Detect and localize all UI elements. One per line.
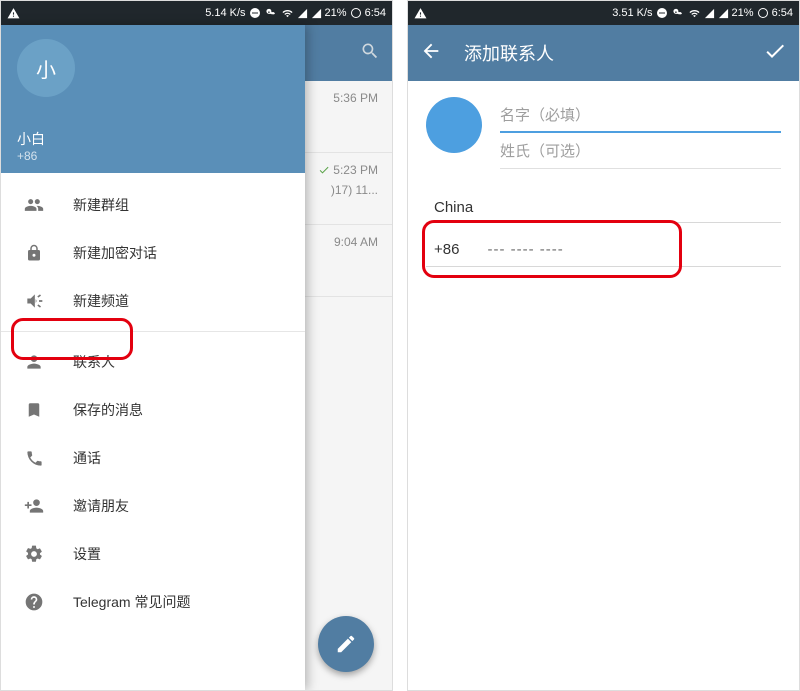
pencil-icon: [335, 633, 357, 655]
drawer-item-label: 新建频道: [73, 291, 129, 311]
drawer-item-invite[interactable]: 邀请朋友: [1, 482, 305, 530]
drawer-item-new-group[interactable]: 新建群组: [1, 181, 305, 229]
clock-time: 6:54: [365, 7, 386, 19]
avatar-initial: 小: [36, 54, 56, 83]
check-icon: [763, 39, 787, 63]
vpn-key-icon: [264, 8, 278, 18]
first-name-input[interactable]: 名字（必填）: [500, 97, 781, 133]
battery-icon: [350, 7, 362, 19]
contact-avatar-placeholder: [426, 97, 482, 153]
country-label: China: [434, 199, 473, 216]
screen-title: 添加联系人: [464, 40, 741, 66]
arrow-back-icon: [420, 40, 442, 62]
drawer-item-saved[interactable]: 保存的消息: [1, 386, 305, 434]
phone-left: 5.14 K/s 21% 6:54 5:36 PM 5:23 PM ): [0, 0, 393, 691]
phone-input-row[interactable]: +86 --- ---- ----: [408, 223, 799, 264]
signal-icon: [311, 8, 322, 19]
user-avatar[interactable]: 小: [17, 39, 75, 97]
clock-time: 6:54: [772, 7, 793, 19]
last-name-placeholder: 姓氏（可选）: [500, 140, 590, 161]
battery-icon: [757, 7, 769, 19]
check-icon: [318, 164, 330, 176]
drawer-item-faq[interactable]: Telegram 常见问题: [1, 578, 305, 626]
bookmark-icon: [23, 401, 45, 419]
vpn-key-icon: [671, 8, 685, 18]
signal-icon: [718, 8, 729, 19]
drawer-item-label: 邀请朋友: [73, 496, 129, 516]
lock-icon: [23, 244, 45, 262]
megaphone-icon: [23, 291, 45, 311]
person-icon: [23, 352, 45, 372]
battery-percent: 21%: [325, 7, 347, 19]
user-name: 小白: [17, 129, 289, 149]
drawer-item-label: 通话: [73, 448, 101, 468]
drawer-list: 新建群组 新建加密对话 新建频道 联系人 保存的消息 通话: [1, 173, 305, 690]
name-form-row: 名字（必填） 姓氏（可选）: [408, 81, 799, 175]
divider: [1, 331, 305, 332]
wifi-icon: [281, 8, 294, 19]
drawer-item-contacts[interactable]: 联系人: [1, 338, 305, 386]
statusbar: 5.14 K/s 21% 6:54: [1, 1, 392, 25]
phone-number-placeholder[interactable]: --- ---- ----: [487, 241, 563, 258]
dnd-icon: [249, 7, 261, 19]
add-contact-toolbar: 添加联系人: [408, 25, 799, 81]
dnd-icon: [656, 7, 668, 19]
navigation-drawer: 小 小白 +86 新建群组 新建加密对话 新建频道 联系人: [1, 25, 305, 690]
help-icon: [23, 592, 45, 612]
warning-icon: [7, 7, 20, 20]
chat-time: 9:04 AM: [334, 235, 378, 249]
country-selector[interactable]: China: [408, 175, 799, 220]
drawer-item-calls[interactable]: 通话: [1, 434, 305, 482]
gear-icon: [23, 544, 45, 564]
first-name-placeholder: 名字（必填）: [500, 104, 590, 125]
chat-time: 5:36 PM: [333, 91, 378, 105]
search-icon[interactable]: [360, 41, 380, 66]
confirm-button[interactable]: [763, 39, 787, 68]
compose-fab[interactable]: [318, 616, 374, 672]
chat-time: 5:23 PM: [333, 163, 378, 177]
drawer-item-new-secret[interactable]: 新建加密对话: [1, 229, 305, 277]
phone-icon: [23, 449, 45, 468]
phone-country-code[interactable]: +86: [434, 241, 459, 258]
person-add-icon: [23, 496, 45, 516]
network-speed: 5.14 K/s: [205, 7, 245, 19]
statusbar: 3.51 K/s 21% 6:54: [408, 1, 799, 25]
back-button[interactable]: [420, 40, 442, 67]
drawer-header: 小 小白 +86: [1, 25, 305, 173]
battery-percent: 21%: [732, 7, 754, 19]
warning-icon: [414, 7, 427, 20]
network-speed: 3.51 K/s: [612, 7, 652, 19]
drawer-item-label: 设置: [73, 544, 101, 564]
signal-icon: [297, 8, 308, 19]
drawer-item-new-channel[interactable]: 新建频道: [1, 277, 305, 325]
phone-right: 3.51 K/s 21% 6:54 添加联系人 名字（必填） 姓氏（可选） Ch…: [407, 0, 800, 691]
wifi-icon: [688, 8, 701, 19]
divider: [426, 266, 781, 267]
drawer-item-label: Telegram 常见问题: [73, 592, 190, 612]
chat-snippet: )17) 11...: [318, 183, 378, 197]
drawer-item-label: 保存的消息: [73, 400, 143, 420]
group-icon: [23, 195, 45, 215]
user-phone: +86: [17, 149, 289, 163]
drawer-item-label: 新建加密对话: [73, 243, 157, 263]
drawer-item-label: 联系人: [73, 352, 115, 372]
signal-icon: [704, 8, 715, 19]
drawer-item-settings[interactable]: 设置: [1, 530, 305, 578]
last-name-input[interactable]: 姓氏（可选）: [500, 133, 781, 169]
drawer-item-label: 新建群组: [73, 195, 129, 215]
